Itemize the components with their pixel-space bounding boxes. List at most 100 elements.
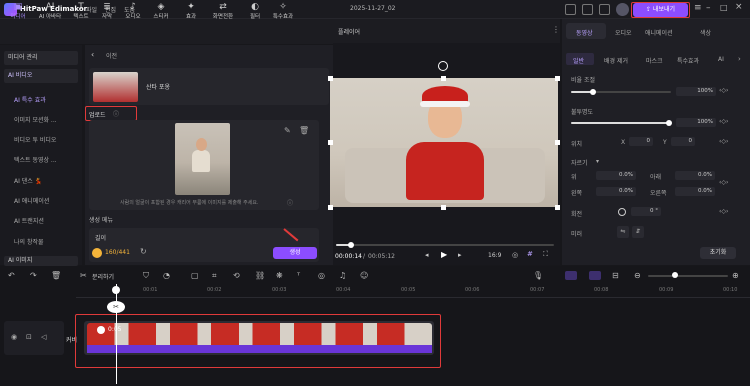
rotate-dial-icon[interactable] bbox=[618, 208, 626, 216]
flip-vertical-icon[interactable]: ⇵ bbox=[632, 226, 644, 238]
play-icon[interactable]: ▶ bbox=[441, 250, 447, 259]
ai-tl-icon[interactable]: ◎ bbox=[318, 271, 325, 280]
back-icon[interactable]: ‹ bbox=[91, 50, 94, 59]
edit-icon[interactable]: ✎ bbox=[284, 126, 291, 135]
gift-icon[interactable] bbox=[599, 4, 610, 15]
resize-handle-tr[interactable] bbox=[555, 76, 560, 81]
subtab-effects[interactable]: 특수효과 bbox=[677, 56, 699, 65]
mail-icon[interactable] bbox=[582, 4, 593, 15]
menu-icon[interactable]: ≡ bbox=[694, 3, 702, 13]
next-frame-icon[interactable]: ▸ bbox=[458, 251, 462, 259]
tab-special[interactable]: ✧ 특수효과 bbox=[268, 2, 298, 24]
snap-toggle-icon[interactable] bbox=[565, 271, 577, 280]
scale-keyframe-icon[interactable]: ‹◇› bbox=[719, 87, 728, 94]
freeze-icon[interactable]: ▢ bbox=[191, 271, 199, 280]
tab-audio-props[interactable]: 오디오 bbox=[615, 28, 632, 37]
subtab-bg-remove[interactable]: 배경 제거 bbox=[604, 56, 628, 65]
nav-item-ai-dance[interactable]: AI 댄스 💃 bbox=[14, 176, 42, 185]
zoom-out-icon[interactable]: ⊖ bbox=[634, 271, 641, 280]
playhead[interactable] bbox=[116, 284, 117, 384]
grid-icon[interactable]: # bbox=[527, 250, 533, 258]
resize-handle-tc[interactable] bbox=[441, 76, 446, 81]
redo-icon[interactable]: ↷ bbox=[30, 271, 37, 280]
zoom-knob[interactable] bbox=[672, 272, 678, 278]
flip-horizontal-icon[interactable]: ⇋ bbox=[617, 226, 629, 238]
subtab-ai[interactable]: AI bbox=[718, 56, 724, 63]
nav-group-ai-image[interactable]: AI 이미지 bbox=[4, 256, 78, 266]
tab-color[interactable]: 색상 bbox=[700, 28, 711, 37]
link-toggle-icon[interactable] bbox=[589, 271, 601, 280]
nav-item-ai-effect[interactable]: AI 특수 효과 bbox=[14, 95, 46, 104]
pos-x-value[interactable]: 0 bbox=[629, 137, 653, 146]
fullscreen-icon[interactable]: ⛶ bbox=[543, 250, 548, 259]
playback-knob[interactable] bbox=[348, 242, 354, 248]
opacity-value[interactable]: 100% bbox=[676, 118, 716, 127]
zoom-slider[interactable] bbox=[648, 275, 728, 277]
maximize-icon[interactable]: □ bbox=[720, 3, 728, 12]
generate-button[interactable]: 생성 bbox=[273, 247, 317, 259]
refresh-icon[interactable]: ↻ bbox=[140, 247, 147, 256]
nav-group-media[interactable]: 미디어 관리 bbox=[4, 51, 78, 65]
prev-frame-icon[interactable]: ◂ bbox=[425, 251, 429, 259]
rotate-value[interactable]: 0 ° bbox=[631, 207, 661, 216]
delete-icon[interactable]: 🗑 bbox=[51, 271, 61, 280]
crop-icon[interactable]: ⌗ bbox=[212, 271, 217, 281]
tab-filter[interactable]: ◐ 필터 bbox=[240, 2, 270, 24]
audio-tl-icon[interactable]: ♫ bbox=[339, 271, 346, 280]
monitor-icon[interactable] bbox=[565, 4, 576, 15]
subtab-mask[interactable]: 마스크 bbox=[646, 56, 663, 65]
nav-item-text-to-video[interactable]: 텍스트 동영상 ... bbox=[14, 155, 57, 164]
tab-audio[interactable]: ♪ 오디오 bbox=[118, 2, 148, 24]
position-keyframe-icon[interactable]: ‹◇› bbox=[719, 138, 728, 145]
crop-left-value[interactable]: 0.0% bbox=[596, 187, 636, 196]
tab-transition[interactable]: ⇄ 화면전환 bbox=[208, 2, 238, 24]
tab-animation[interactable]: 애니메이션 bbox=[645, 28, 673, 37]
resize-handle-ml[interactable] bbox=[328, 140, 333, 145]
avatar[interactable] bbox=[616, 3, 629, 16]
scale-knob[interactable] bbox=[590, 89, 596, 95]
shield-icon[interactable]: ⛉ bbox=[143, 271, 149, 281]
text-tl-icon[interactable]: ᵀ bbox=[297, 271, 300, 280]
nav-item-ai-transition[interactable]: AI 트랜지션 bbox=[14, 216, 44, 225]
resize-handle-mr[interactable] bbox=[555, 140, 560, 145]
opacity-knob[interactable] bbox=[666, 120, 672, 126]
opacity-keyframe-icon[interactable]: ‹◇› bbox=[719, 118, 728, 125]
reverse-icon[interactable]: ⟲ bbox=[233, 271, 240, 280]
reset-button[interactable]: 초기화 bbox=[700, 247, 736, 259]
crop-chevron-icon[interactable]: ▾ bbox=[596, 158, 599, 165]
snapshot-icon[interactable]: ◎ bbox=[512, 251, 518, 259]
subtab-general[interactable]: 일반 bbox=[573, 56, 584, 65]
playback-progress[interactable] bbox=[336, 244, 554, 246]
resize-handle-bc[interactable] bbox=[441, 205, 446, 210]
tab-media[interactable]: ▣ 미디어 bbox=[3, 2, 33, 24]
resize-handle-tl[interactable] bbox=[328, 76, 333, 81]
nav-item-image-motion[interactable]: 이미지 모션화 ... bbox=[14, 115, 57, 124]
tab-video[interactable]: 동영상 bbox=[576, 28, 593, 37]
split-label[interactable]: 분리하기 bbox=[92, 272, 114, 281]
crop-bottom-value[interactable]: 0.0% bbox=[675, 171, 715, 180]
back-label[interactable]: 이전 bbox=[106, 51, 117, 60]
fx-icon[interactable]: ❋ bbox=[276, 271, 283, 280]
resize-handle-br[interactable] bbox=[555, 205, 560, 210]
minimize-icon[interactable]: – bbox=[706, 3, 711, 13]
crop-right-value[interactable]: 0.0% bbox=[675, 187, 715, 196]
crop-keyframe-icon[interactable]: ‹◇› bbox=[719, 179, 728, 186]
zoom-fit-icon[interactable]: ⊟ bbox=[612, 271, 619, 280]
undo-icon[interactable]: ↶ bbox=[8, 271, 15, 280]
more-icon[interactable]: ⋮ bbox=[552, 25, 560, 34]
trash-icon[interactable]: 🗑 bbox=[299, 126, 309, 135]
zoom-in-icon[interactable]: ⊕ bbox=[732, 271, 739, 280]
tab-effect[interactable]: ✦ 효과 bbox=[176, 2, 206, 24]
nav-group-ai-video[interactable]: AI 비디오 bbox=[4, 69, 78, 83]
nav-item-my-creations[interactable]: 나의 창작물 bbox=[14, 237, 44, 246]
pos-y-value[interactable]: 0 bbox=[671, 137, 695, 146]
sticker-tl-icon[interactable]: ☺ bbox=[360, 271, 368, 280]
speed-icon[interactable]: ◔ bbox=[163, 271, 170, 280]
tab-ai-avatar[interactable]: AI AI 아바타 bbox=[35, 2, 65, 24]
aspect-select[interactable]: 16:9 bbox=[488, 252, 501, 259]
close-icon[interactable]: × bbox=[735, 2, 743, 12]
hint-info-icon[interactable]: ⓘ bbox=[287, 198, 293, 207]
scale-value[interactable]: 100% bbox=[676, 87, 716, 96]
nav-item-video-to-video[interactable]: 비디오 투 비디오 bbox=[14, 135, 56, 144]
lock-icon[interactable]: ⊡ bbox=[26, 333, 32, 341]
